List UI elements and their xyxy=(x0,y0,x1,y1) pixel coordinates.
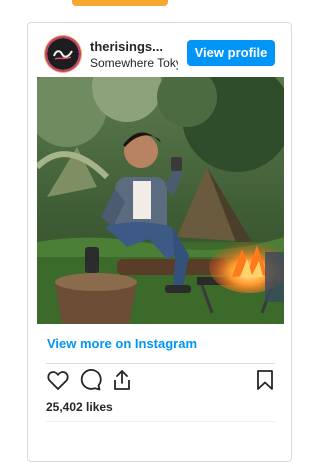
bookmark-icon xyxy=(257,370,273,390)
location[interactable]: Somewhere Tokyo xyxy=(90,56,178,70)
likes-count[interactable]: 25,402 likes xyxy=(46,400,113,414)
comment-icon xyxy=(80,369,102,391)
share-button[interactable] xyxy=(110,368,134,392)
instagram-embed-card: therisings... Somewhere Tokyo View profi… xyxy=(27,22,292,462)
view-more-link[interactable]: View more on Instagram xyxy=(47,336,197,351)
post-header: therisings... Somewhere Tokyo View profi… xyxy=(28,23,291,77)
divider xyxy=(46,363,275,364)
view-profile-button[interactable]: View profile xyxy=(187,40,275,66)
save-button[interactable] xyxy=(253,368,277,392)
username[interactable]: therisings... xyxy=(90,39,182,54)
top-accent-strip xyxy=(72,0,168,6)
account-info: therisings... Somewhere Tokyo xyxy=(90,39,182,70)
post-image[interactable] xyxy=(37,77,284,324)
avatar-logo xyxy=(47,38,79,70)
like-button[interactable] xyxy=(46,368,70,392)
divider xyxy=(46,421,275,422)
share-icon xyxy=(114,370,130,390)
heart-icon xyxy=(47,371,69,390)
camper-photo xyxy=(37,77,284,324)
comment-button[interactable] xyxy=(78,368,102,392)
avatar[interactable] xyxy=(47,38,79,70)
